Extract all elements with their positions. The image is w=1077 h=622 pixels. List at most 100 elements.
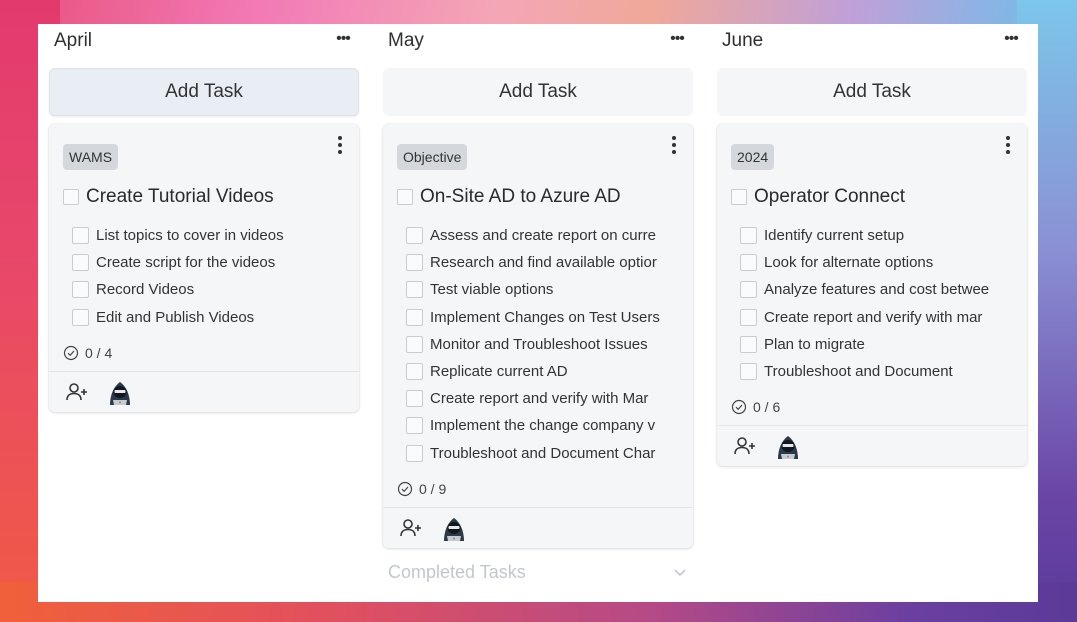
- checklist-item: Create report and verify with Mar: [406, 385, 679, 412]
- task-complete-checkbox[interactable]: [397, 189, 413, 205]
- label-tag: Objective: [397, 144, 468, 170]
- progress-count: 0 / 4: [85, 344, 113, 361]
- checklist-checkbox[interactable]: [406, 444, 423, 462]
- check-circle-icon: [63, 345, 79, 360]
- checklist-item-label: Create script for the videos: [96, 254, 276, 272]
- planner-board: April ••• Add Task WAMS Create Tutorial …: [38, 24, 1038, 602]
- card-footer: [383, 506, 693, 548]
- bucket-title: June: [722, 30, 764, 51]
- checklist-item-label: Edit and Publish Videos: [96, 308, 255, 326]
- ellipsis-vertical-icon[interactable]: [667, 136, 681, 154]
- checklist-item: Troubleshoot and Document Char: [406, 440, 679, 467]
- checklist-item-label: Implement Changes on Test Users: [430, 308, 660, 326]
- progress-count: 0 / 9: [419, 480, 447, 497]
- hacker-avatar-icon[interactable]: [441, 514, 467, 542]
- task-card[interactable]: WAMS Create Tutorial Videos List topics …: [49, 124, 359, 412]
- checklist-checkbox[interactable]: [406, 335, 423, 353]
- ellipsis-vertical-icon[interactable]: [1001, 136, 1015, 154]
- add-person-icon[interactable]: [65, 380, 89, 404]
- checklist-item-label: Test viable options: [430, 281, 554, 299]
- ellipsis-horizontal-icon[interactable]: •••: [331, 31, 355, 52]
- checklist-checkbox[interactable]: [406, 363, 423, 381]
- add-person-icon[interactable]: [399, 516, 423, 540]
- checklist-checkbox[interactable]: [740, 335, 757, 353]
- add-task-button[interactable]: Add Task: [717, 68, 1027, 116]
- checklist-checkbox[interactable]: [406, 417, 423, 435]
- task-complete-checkbox[interactable]: [731, 189, 747, 205]
- bucket-april: April ••• Add Task WAMS Create Tutorial …: [49, 24, 359, 412]
- checklist-checkbox[interactable]: [740, 281, 757, 299]
- checklist-item: Monitor and Troubleshoot Issues: [406, 331, 679, 358]
- checklist-checkbox[interactable]: [740, 254, 757, 272]
- bucket-header: May •••: [383, 24, 693, 60]
- hacker-avatar-icon[interactable]: [775, 432, 801, 460]
- completed-tasks-toggle[interactable]: Completed Tasks: [388, 560, 688, 584]
- checklist-item: Record Videos: [72, 276, 345, 303]
- progress-count: 0 / 6: [753, 399, 781, 416]
- checklist-checkbox[interactable]: [740, 308, 757, 326]
- hacker-avatar-icon[interactable]: [107, 378, 133, 406]
- check-circle-icon: [397, 481, 413, 496]
- checklist: Assess and create report on curre Resear…: [397, 222, 679, 467]
- checklist-progress: 0 / 4: [63, 341, 345, 365]
- checklist-item: Identify current setup: [740, 222, 1013, 249]
- bucket-header: June •••: [717, 24, 1027, 60]
- checklist-item: Create script for the videos: [72, 249, 345, 276]
- card-footer: [49, 370, 359, 412]
- task-card[interactable]: Objective On-Site AD to Azure AD Assess …: [383, 124, 693, 548]
- checklist-checkbox[interactable]: [406, 227, 423, 245]
- checklist-item-label: Create report and verify with Mar: [430, 390, 649, 408]
- task-title[interactable]: On-Site AD to Azure AD: [420, 186, 621, 208]
- checklist: List topics to cover in videos Create sc…: [63, 222, 345, 331]
- checklist-item-label: Analyze features and cost betwee: [764, 281, 990, 299]
- checklist-checkbox[interactable]: [72, 227, 89, 245]
- checklist-checkbox[interactable]: [406, 254, 423, 272]
- ellipsis-vertical-icon[interactable]: [333, 136, 347, 154]
- ellipsis-horizontal-icon[interactable]: •••: [999, 31, 1023, 52]
- task-card[interactable]: 2024 Operator Connect Identify current s…: [717, 124, 1027, 467]
- bucket-title: April: [54, 30, 93, 51]
- task-title[interactable]: Operator Connect: [754, 186, 905, 208]
- bucket-may: May ••• Add Task Objective On-Site AD to…: [383, 24, 693, 582]
- checklist-checkbox[interactable]: [740, 363, 757, 381]
- checklist-checkbox[interactable]: [72, 254, 89, 272]
- checklist-checkbox[interactable]: [406, 390, 423, 408]
- checklist-item-label: Replicate current AD: [430, 363, 568, 381]
- checklist-item-label: Research and find available optior: [430, 254, 657, 272]
- checklist-checkbox[interactable]: [72, 281, 89, 299]
- checklist-progress: 0 / 9: [397, 477, 679, 501]
- checklist-item: Look for alternate options: [740, 249, 1013, 276]
- label-tag: WAMS: [63, 144, 119, 170]
- checklist: Identify current setup Look for alternat…: [731, 222, 1013, 385]
- add-person-icon[interactable]: [733, 434, 757, 458]
- checklist-item: Replicate current AD: [406, 358, 679, 385]
- checklist-item-label: List topics to cover in videos: [96, 227, 284, 245]
- task-title[interactable]: Create Tutorial Videos: [86, 186, 274, 208]
- checklist-item-label: Troubleshoot and Document: [764, 363, 953, 381]
- bucket-june: June ••• Add Task 2024 Operator Connect …: [717, 24, 1027, 467]
- label-tag: 2024: [731, 144, 775, 170]
- card-footer: [717, 425, 1027, 466]
- checklist-checkbox[interactable]: [740, 227, 757, 245]
- add-task-button[interactable]: Add Task: [383, 68, 693, 116]
- checklist-item: Assess and create report on curre: [406, 222, 679, 249]
- task-complete-checkbox[interactable]: [63, 189, 79, 205]
- ellipsis-horizontal-icon[interactable]: •••: [665, 31, 689, 52]
- checklist-checkbox[interactable]: [406, 308, 423, 326]
- checklist-item-label: Look for alternate options: [764, 254, 934, 272]
- checklist-item-label: Record Videos: [96, 281, 195, 299]
- checklist-item: Create report and verify with mar: [740, 304, 1013, 331]
- add-task-button[interactable]: Add Task: [49, 68, 359, 116]
- bucket-title: May: [388, 30, 424, 51]
- checklist-item-label: Assess and create report on curre: [430, 227, 656, 245]
- chevron-down-icon: [674, 569, 686, 577]
- checklist-checkbox[interactable]: [72, 308, 89, 326]
- checklist-item: Plan to migrate: [740, 331, 1013, 358]
- checklist-item: Analyze features and cost betwee: [740, 276, 1013, 303]
- bucket-header: April •••: [49, 24, 359, 60]
- checklist-item: Troubleshoot and Document: [740, 358, 1013, 385]
- checklist-item-label: Monitor and Troubleshoot Issues: [430, 335, 648, 353]
- check-circle-icon: [731, 400, 747, 415]
- checklist-item: Implement the change company v: [406, 412, 679, 439]
- checklist-checkbox[interactable]: [406, 281, 423, 299]
